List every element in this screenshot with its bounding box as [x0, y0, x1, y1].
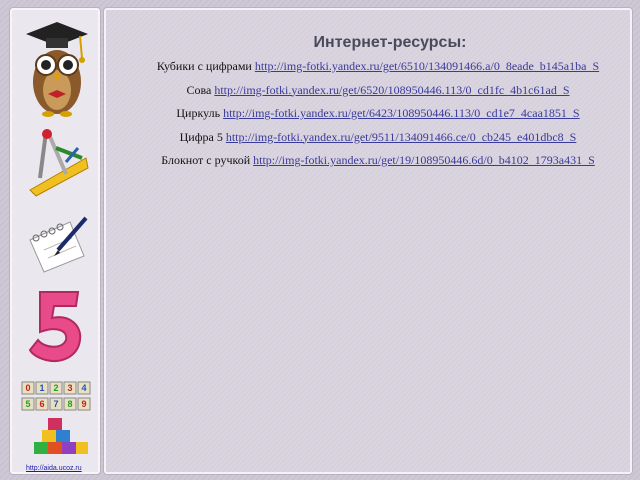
svg-text:5: 5	[25, 399, 30, 409]
resource-item: Циркуль http://img-fotki.yandex.ru/get/6…	[106, 105, 630, 129]
svg-text:3: 3	[67, 383, 72, 393]
resource-link[interactable]: http://img-fotki.yandex.ru/get/6520/1089…	[214, 83, 569, 97]
svg-text:1: 1	[39, 383, 44, 393]
resource-label: Сова	[186, 82, 215, 97]
digit-five-icon	[28, 291, 82, 362]
svg-text:6: 6	[39, 399, 44, 409]
page-title: Интернет-ресурсы:	[313, 34, 467, 51]
svg-text:8: 8	[67, 399, 72, 409]
resource-label: Циркуль	[176, 106, 224, 120]
content-panel: Интернет-ресурсы: Кубики с цифрами http:…	[104, 8, 632, 474]
resource-item: Цифра 5 http://img-fotki.yandex.ru/get/9…	[106, 129, 630, 153]
notepad-pen-icon	[29, 216, 88, 273]
svg-text:4: 4	[81, 383, 86, 393]
footer-link[interactable]: http://aida.ucoz.ru	[26, 465, 82, 472]
owl-icon	[26, 22, 88, 117]
svg-text:9: 9	[81, 399, 86, 409]
resource-item: Кубики с цифрами http://img-fotki.yandex…	[106, 58, 630, 82]
resource-item: Сова http://img-fotki.yandex.ru/get/6520…	[106, 82, 630, 106]
resource-link[interactable]: http://img-fotki.yandex.ru/get/19/108950…	[253, 153, 595, 167]
number-blocks-icon: 0 1 2 3 4 5 6 7 8 9	[21, 381, 91, 454]
svg-text:7: 7	[53, 399, 58, 409]
resource-label: Блокнот с ручкой	[161, 153, 254, 167]
resource-link[interactable]: http://img-fotki.yandex.ru/get/6423/1089…	[223, 106, 580, 120]
sidebar-panel: 0 1 2 3 4 5 6 7 8 9 http://aida.ucoz.ru	[10, 8, 100, 474]
compass-ruler-icon	[29, 129, 89, 197]
resource-label: Кубики с цифрами	[156, 59, 255, 73]
resource-label: Цифра 5	[179, 129, 226, 144]
resource-link[interactable]: http://img-fotki.yandex.ru/get/6510/1340…	[255, 59, 599, 73]
resource-item: Блокнот с ручкой http://img-fotki.yandex…	[106, 152, 630, 176]
resource-link[interactable]: http://img-fotki.yandex.ru/get/9511/1340…	[226, 130, 577, 144]
svg-text:2: 2	[53, 383, 58, 393]
resource-list: Кубики с цифрами http://img-fotki.yandex…	[106, 58, 630, 176]
svg-text:0: 0	[25, 383, 30, 393]
